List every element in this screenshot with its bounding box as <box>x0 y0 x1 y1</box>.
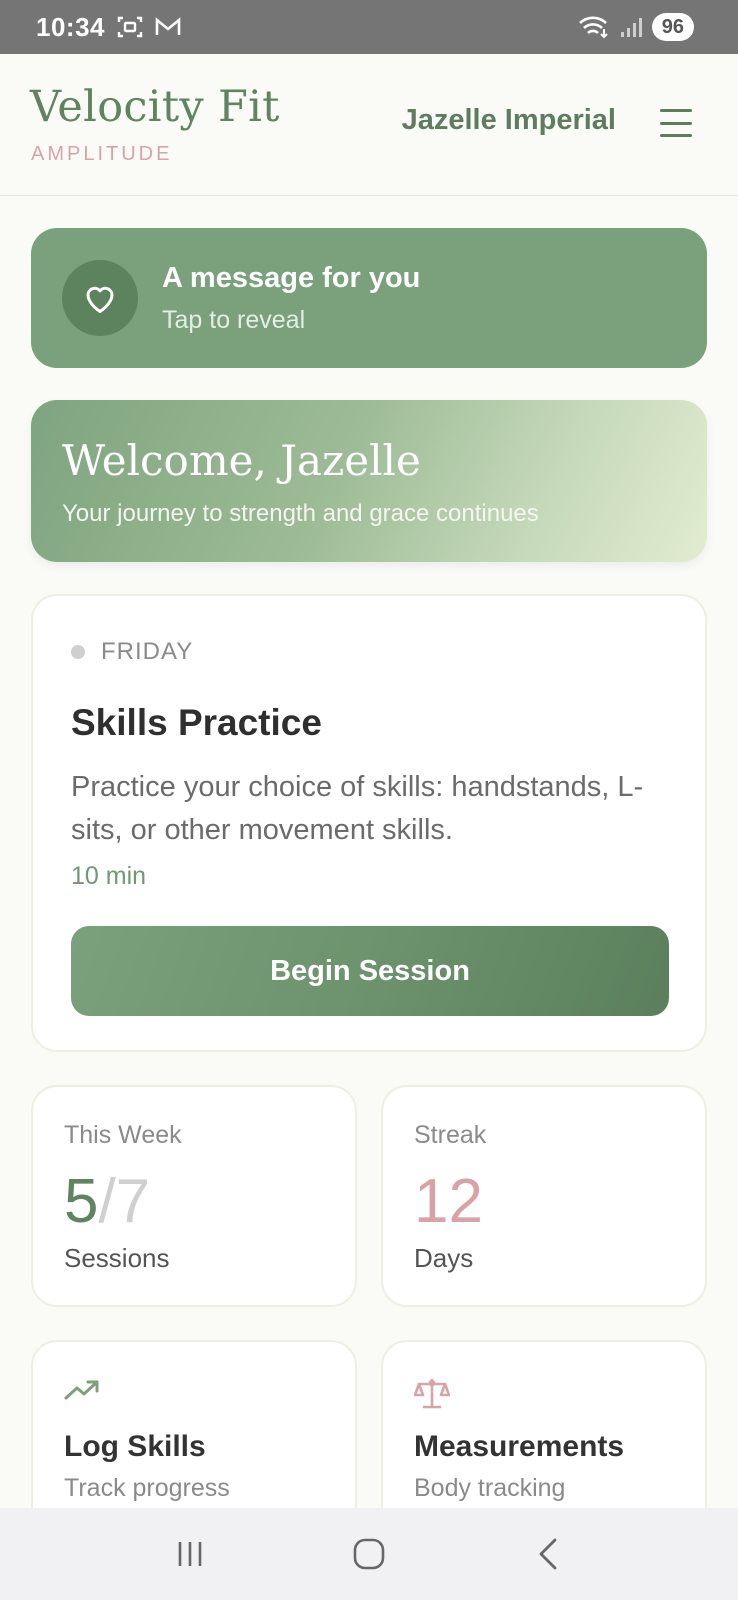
app-header: Velocity Fit AMPLITUDE Jazelle Imperial <box>0 54 738 196</box>
session-description: Practice your choice of skills: handstan… <box>71 771 644 846</box>
message-subtitle: Tap to reveal <box>162 306 306 334</box>
app-name: Velocity Fit <box>30 82 280 132</box>
status-bar: 10:34 96 <box>0 0 738 54</box>
welcome-card: Welcome, Jazelle Your journey to strengt… <box>31 400 707 562</box>
scale-icon <box>413 1378 451 1415</box>
session-day: FRIDAY <box>101 638 194 665</box>
home-button[interactable] <box>339 1524 399 1584</box>
screenshot-icon <box>117 15 143 39</box>
hamburger-icon-line <box>660 134 692 137</box>
gmail-icon <box>155 17 181 37</box>
status-right: 96 <box>578 13 694 41</box>
wifi-icon <box>578 15 610 39</box>
sessions-total: 7 <box>115 1167 151 1236</box>
streak-value: 12 <box>414 1167 483 1236</box>
streak-unit: Days <box>414 1243 474 1273</box>
message-banner[interactable]: A message for you Tap to reveal <box>31 228 707 368</box>
menu-button[interactable] <box>660 109 692 137</box>
begin-session-button[interactable]: Begin Session <box>71 926 669 1016</box>
heart-icon <box>62 260 138 336</box>
this-week-value: 5/7 <box>64 1167 150 1237</box>
log-skills-title: Log Skills <box>64 1430 206 1463</box>
day-dot-icon <box>71 645 85 659</box>
signal-icon <box>620 16 642 38</box>
this-week-card[interactable]: This Week 5/7 Sessions <box>31 1085 357 1307</box>
sessions-completed: 5 <box>64 1167 99 1236</box>
sessions-separator: / <box>98 1167 116 1236</box>
trending-up-icon <box>64 1378 100 1407</box>
welcome-subtitle: Your journey to strength and grace conti… <box>62 500 539 527</box>
session-title: Skills Practice <box>71 702 322 743</box>
battery-indicator: 96 <box>651 13 694 41</box>
user-name[interactable]: Jazelle Imperial <box>402 104 616 137</box>
measurements-subtitle: Body tracking <box>414 1474 566 1502</box>
session-card: FRIDAY Skills Practice Practice your cho… <box>31 594 707 1052</box>
log-skills-subtitle: Track progress <box>64 1474 230 1502</box>
hamburger-icon-line <box>660 109 692 112</box>
app-subtitle: AMPLITUDE <box>31 143 173 165</box>
this-week-unit: Sessions <box>64 1243 170 1273</box>
streak-card[interactable]: Streak 12 Days <box>381 1085 707 1307</box>
session-duration: 10 min <box>71 862 147 890</box>
this-week-label: This Week <box>64 1121 182 1149</box>
welcome-title: Welcome, Jazelle <box>62 436 421 485</box>
status-time: 10:34 <box>36 11 105 42</box>
system-nav-bar <box>0 1508 738 1600</box>
status-left: 10:34 <box>36 12 181 43</box>
message-title: A message for you <box>162 262 421 294</box>
recent-apps-button[interactable] <box>160 1524 220 1584</box>
measurements-title: Measurements <box>414 1430 625 1463</box>
hamburger-icon-line <box>660 121 692 125</box>
session-day-row: FRIDAY <box>71 638 193 666</box>
streak-label: Streak <box>414 1121 487 1149</box>
back-button[interactable] <box>518 1524 578 1584</box>
